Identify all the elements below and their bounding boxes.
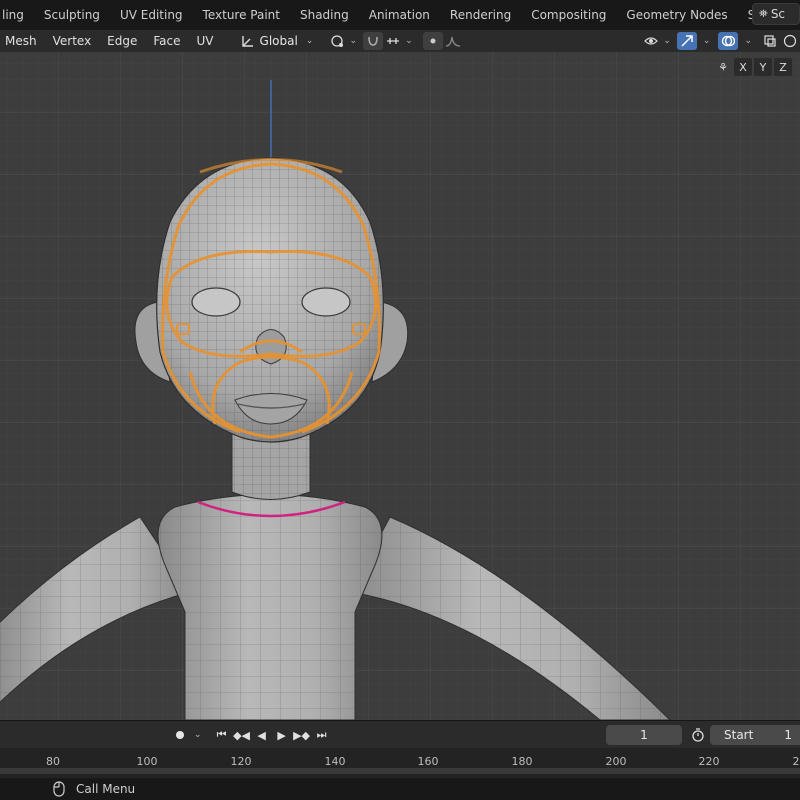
ruler-tick: 100 [136,755,158,768]
ruler-tick: 80 [46,755,60,768]
visibility-icon[interactable] [641,32,661,50]
ruler-tick: 120 [230,755,252,768]
status-hint: Call Menu [76,782,136,796]
jump-start-icon[interactable]: ⏮ [212,725,232,745]
play-icon[interactable]: ▶ [272,725,292,745]
record-button[interactable] [168,725,192,745]
mirror-butterfly-icon: ⚘ [718,60,728,74]
snap-target-icon[interactable] [383,32,403,50]
menu-face[interactable]: Face [145,30,188,52]
tab-geometry-nodes[interactable]: Geometry Nodes [616,0,737,30]
ruler-tick: 180 [511,755,533,768]
tab-texture-paint[interactable]: Texture Paint [193,0,290,30]
tab-compositing[interactable]: Compositing [521,0,616,30]
timeline-scrollbar[interactable] [0,768,800,774]
overlays-chevron-icon[interactable]: ⌄ [744,36,752,46]
next-keyframe-icon[interactable]: ▶◆ [292,725,312,745]
prev-keyframe-icon[interactable]: ◆◀ [232,725,252,745]
pivot-point-icon[interactable] [328,32,348,50]
shading-solid-icon[interactable] [780,32,800,50]
pivot-chevron-icon[interactable]: ⌄ [350,36,358,46]
scene-selector[interactable]: ⛯ Sc [752,3,800,25]
xray-toggle-icon[interactable] [760,32,780,50]
current-frame-field[interactable]: 1 [606,725,682,745]
record-chevron-icon[interactable]: ⌄ [194,730,202,740]
tab-modeling[interactable]: ling [0,0,34,30]
chevron-down-icon: ⌄ [305,36,314,46]
mirror-axis-strip: ⚘ X Y Z [714,58,792,76]
3d-viewport[interactable]: ⚘ X Y Z [0,52,800,720]
viewport-canvas[interactable] [0,52,800,720]
mirror-x-button[interactable]: X [734,58,752,76]
ruler-tick: 2 [792,755,800,768]
play-reverse-icon[interactable]: ◀ [252,725,272,745]
scene-icon: ⛯ [759,7,768,20]
timeline-ruler[interactable]: 80 100 120 140 160 180 200 220 2 [0,748,800,778]
menu-uv[interactable]: UV [189,30,222,52]
ruler-tick: 220 [698,755,720,768]
tab-sculpting[interactable]: Sculpting [34,0,110,30]
falloff-icon[interactable] [443,32,463,50]
jump-end-icon[interactable]: ⏭ [312,725,332,745]
start-frame-field[interactable]: Start 1 [710,725,800,745]
stopwatch-icon[interactable] [688,725,708,745]
tab-shading[interactable]: Shading [290,0,359,30]
tab-uv-editing[interactable]: UV Editing [110,0,193,30]
ruler-tick: 160 [417,755,439,768]
start-label: Start [724,728,754,742]
mouse-icon [53,781,65,797]
menu-edge[interactable]: Edge [99,30,145,52]
overlays-toggle-icon[interactable] [718,32,739,50]
mirror-z-button[interactable]: Z [774,58,792,76]
tab-rendering[interactable]: Rendering [440,0,521,30]
ruler-tick: 140 [324,755,346,768]
scene-label: Sc [770,7,786,21]
viewport-grid [0,52,800,720]
start-value: 1 [784,728,792,742]
snap-toggle-icon[interactable] [363,32,384,50]
menu-vertex[interactable]: Vertex [45,30,100,52]
transform-orientation-dropdown[interactable]: Global ⌄ [235,32,320,50]
snap-chevron-icon[interactable]: ⌄ [405,36,413,46]
mirror-y-button[interactable]: Y [754,58,772,76]
orientation-label: Global [259,34,298,48]
workspace-bar: ling Sculpting UV Editing Texture Paint … [0,0,800,30]
viewport-header: Mesh Vertex Edge Face UV Global ⌄ ⌄ ⌄ ⌄ … [0,30,800,52]
ruler-tick: 200 [605,755,627,768]
tab-animation[interactable]: Animation [359,0,440,30]
menu-mesh[interactable]: Mesh [0,30,45,52]
timeline-header: ⌄ ⏮ ◆◀ ◀ ▶ ▶◆ ⏭ 1 Start 1 [0,720,800,749]
status-bar: Call Menu [0,778,800,800]
visibility-chevron-icon[interactable]: ⌄ [663,36,671,46]
proportional-edit-icon[interactable] [422,32,443,50]
gizmo-toggle-icon[interactable] [676,32,697,50]
orientation-icon [241,36,253,47]
gizmo-chevron-icon[interactable]: ⌄ [703,36,711,46]
